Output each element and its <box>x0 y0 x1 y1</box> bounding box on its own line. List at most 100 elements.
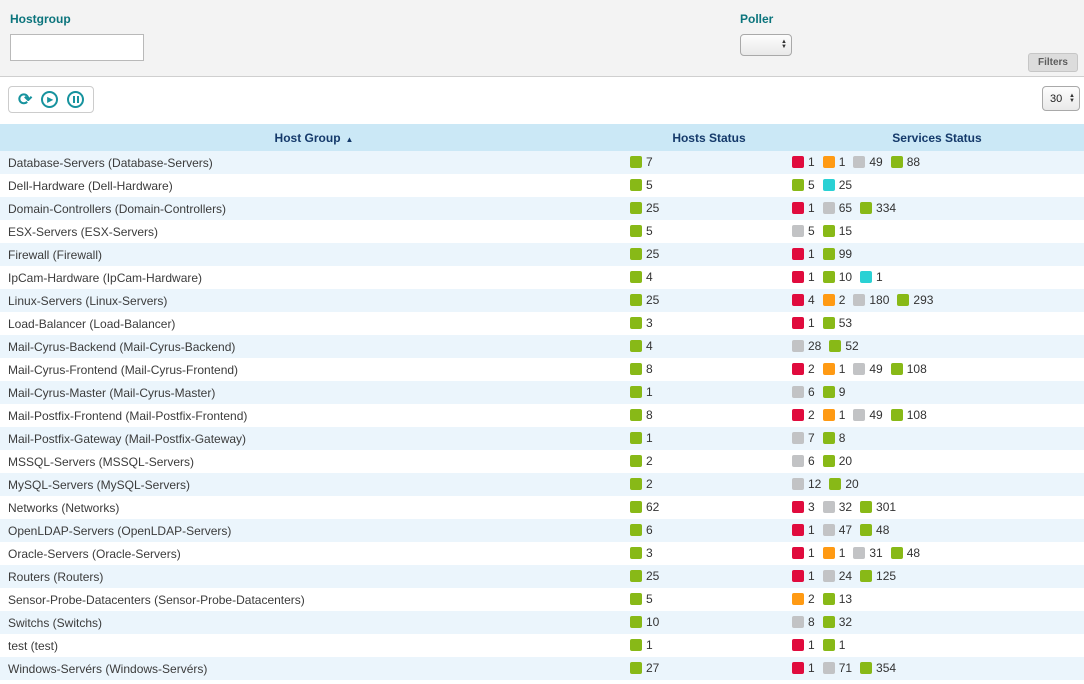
table-row[interactable]: Sensor-Probe-Datacenters (Sensor-Probe-D… <box>0 588 1084 611</box>
status-badge-red[interactable]: 1 <box>792 523 815 537</box>
status-badge-green[interactable]: 25 <box>630 569 659 583</box>
status-badge-gray[interactable]: 8 <box>792 615 815 629</box>
hostgroup-name[interactable]: Mail-Postfix-Frontend (Mail-Postfix-Fron… <box>8 409 247 423</box>
hostgroup-name[interactable]: Mail-Postfix-Gateway (Mail-Postfix-Gatew… <box>8 432 246 446</box>
status-badge-green[interactable]: 334 <box>860 201 896 215</box>
status-badge-green[interactable]: 20 <box>829 477 858 491</box>
status-badge-red[interactable]: 1 <box>792 569 815 583</box>
hostgroup-name[interactable]: OpenLDAP-Servers (OpenLDAP-Servers) <box>8 524 231 538</box>
status-badge-green[interactable]: 53 <box>823 316 852 330</box>
hostgroup-name[interactable]: MSSQL-Servers (MSSQL-Servers) <box>8 455 194 469</box>
status-badge-red[interactable]: 2 <box>792 408 815 422</box>
hostgroup-name[interactable]: Mail-Cyrus-Master (Mail-Cyrus-Master) <box>8 386 215 400</box>
hostgroup-name[interactable]: Networks (Networks) <box>8 501 119 515</box>
hostgroup-name[interactable]: Database-Servers (Database-Servers) <box>8 156 213 170</box>
hostgroup-name[interactable]: Mail-Cyrus-Backend (Mail-Cyrus-Backend) <box>8 340 235 354</box>
status-badge-green[interactable]: 1 <box>823 638 846 652</box>
table-row[interactable]: Mail-Postfix-Gateway (Mail-Postfix-Gatew… <box>0 427 1084 450</box>
hostgroup-name[interactable]: MySQL-Servers (MySQL-Servers) <box>8 478 190 492</box>
table-row[interactable]: Firewall (Firewall) 25 199 <box>0 243 1084 266</box>
table-row[interactable]: IpCam-Hardware (IpCam-Hardware) 4 1101 <box>0 266 1084 289</box>
status-badge-cyan[interactable]: 25 <box>823 178 852 192</box>
hostgroup-name[interactable]: Windows-Servérs (Windows-Servérs) <box>8 662 207 676</box>
table-row[interactable]: Oracle-Servers (Oracle-Servers) 3 113148 <box>0 542 1084 565</box>
status-badge-green[interactable]: 2 <box>630 454 653 468</box>
status-badge-green[interactable]: 88 <box>891 155 920 169</box>
status-badge-green[interactable]: 9 <box>823 385 846 399</box>
header-host-group[interactable]: Host Group▲ <box>0 124 628 151</box>
hostgroup-name[interactable]: test (test) <box>8 639 58 653</box>
status-badge-green[interactable]: 3 <box>630 546 653 560</box>
table-row[interactable]: Mail-Postfix-Frontend (Mail-Postfix-Fron… <box>0 404 1084 427</box>
table-row[interactable]: ESX-Servers (ESX-Servers) 5 515 <box>0 220 1084 243</box>
hostgroup-name[interactable]: Firewall (Firewall) <box>8 248 102 262</box>
poller-select[interactable]: ▲▼ <box>740 34 792 56</box>
hostgroup-name[interactable]: Sensor-Probe-Datacenters (Sensor-Probe-D… <box>8 593 305 607</box>
status-badge-green[interactable]: 15 <box>823 224 852 238</box>
status-badge-red[interactable]: 1 <box>792 155 815 169</box>
status-badge-gray[interactable]: 24 <box>823 569 852 583</box>
status-badge-red[interactable]: 4 <box>792 293 815 307</box>
status-badge-green[interactable]: 52 <box>829 339 858 353</box>
status-badge-green[interactable]: 62 <box>630 500 659 514</box>
table-row[interactable]: Switchs (Switchs) 10 832 <box>0 611 1084 634</box>
status-badge-green[interactable]: 25 <box>630 293 659 307</box>
table-row[interactable]: Linux-Servers (Linux-Servers) 25 4218029… <box>0 289 1084 312</box>
status-badge-green[interactable]: 6 <box>630 523 653 537</box>
status-badge-gray[interactable]: 6 <box>792 454 815 468</box>
status-badge-green[interactable]: 7 <box>630 155 653 169</box>
refresh-icon[interactable]: ⟳ <box>18 91 32 108</box>
hostgroup-name[interactable]: Load-Balancer (Load-Balancer) <box>8 317 175 331</box>
status-badge-green[interactable]: 2 <box>630 477 653 491</box>
status-badge-orange[interactable]: 2 <box>792 592 815 606</box>
status-badge-green[interactable]: 20 <box>823 454 852 468</box>
status-badge-green[interactable]: 4 <box>630 270 653 284</box>
hostgroup-name[interactable]: Routers (Routers) <box>8 570 103 584</box>
status-badge-orange[interactable]: 1 <box>823 362 846 376</box>
status-badge-green[interactable]: 13 <box>823 592 852 606</box>
table-row[interactable]: Dell-Hardware (Dell-Hardware) 5 525 <box>0 174 1084 197</box>
hostgroup-name[interactable]: Domain-Controllers (Domain-Controllers) <box>8 202 226 216</box>
hostgroup-name[interactable]: ESX-Servers (ESX-Servers) <box>8 225 158 239</box>
hostgroup-name[interactable]: IpCam-Hardware (IpCam-Hardware) <box>8 271 202 285</box>
status-badge-green[interactable]: 1 <box>630 638 653 652</box>
table-row[interactable]: MySQL-Servers (MySQL-Servers) 2 12 20 <box>0 473 1084 496</box>
status-badge-green[interactable]: 10 <box>630 615 659 629</box>
status-badge-green[interactable]: 27 <box>630 661 659 675</box>
status-badge-green[interactable]: 293 <box>897 293 933 307</box>
page-size-select[interactable]: 30 ▲▼ <box>1042 86 1080 111</box>
status-badge-gray[interactable]: 7 <box>792 431 815 445</box>
hostgroup-input[interactable] <box>10 34 144 61</box>
status-badge-gray[interactable]: 49 <box>853 408 882 422</box>
play-icon[interactable]: ▶ <box>41 91 58 108</box>
hostgroup-name[interactable]: Dell-Hardware (Dell-Hardware) <box>8 179 173 193</box>
status-badge-green[interactable]: 5 <box>630 178 653 192</box>
table-row[interactable]: Networks (Networks) 62 332301 <box>0 496 1084 519</box>
status-badge-green[interactable]: 8 <box>823 431 846 445</box>
hostgroup-name[interactable]: Switchs (Switchs) <box>8 616 102 630</box>
table-row[interactable]: OpenLDAP-Servers (OpenLDAP-Servers) 6 14… <box>0 519 1084 542</box>
table-row[interactable]: Routers (Routers) 25 1 24 125 <box>0 565 1084 588</box>
status-badge-red[interactable]: 2 <box>792 362 815 376</box>
status-badge-green[interactable]: 1 <box>630 431 653 445</box>
status-badge-red[interactable]: 1 <box>792 638 815 652</box>
status-badge-red[interactable]: 3 <box>792 500 815 514</box>
status-badge-gray[interactable]: 47 <box>823 523 852 537</box>
table-row[interactable]: Windows-Servérs (Windows-Servérs) 27 171… <box>0 657 1084 680</box>
status-badge-gray[interactable]: 49 <box>853 155 882 169</box>
status-badge-green[interactable]: 1 <box>630 385 653 399</box>
status-badge-gray[interactable]: 12 <box>792 477 821 491</box>
table-row[interactable]: test (test) 1 11 <box>0 634 1084 657</box>
status-badge-orange[interactable]: 1 <box>823 155 846 169</box>
status-badge-green[interactable]: 48 <box>891 546 920 560</box>
header-services-status[interactable]: Services Status <box>790 124 1084 151</box>
status-badge-red[interactable]: 1 <box>792 247 815 261</box>
status-badge-green[interactable]: 108 <box>891 362 927 376</box>
status-badge-green[interactable]: 25 <box>630 201 659 215</box>
status-badge-green[interactable]: 125 <box>860 569 896 583</box>
status-badge-green[interactable]: 301 <box>860 500 896 514</box>
table-row[interactable]: Domain-Controllers (Domain-Controllers) … <box>0 197 1084 220</box>
hostgroup-name[interactable]: Linux-Servers (Linux-Servers) <box>8 294 167 308</box>
status-badge-gray[interactable]: 5 <box>792 224 815 238</box>
status-badge-green[interactable]: 10 <box>823 270 852 284</box>
